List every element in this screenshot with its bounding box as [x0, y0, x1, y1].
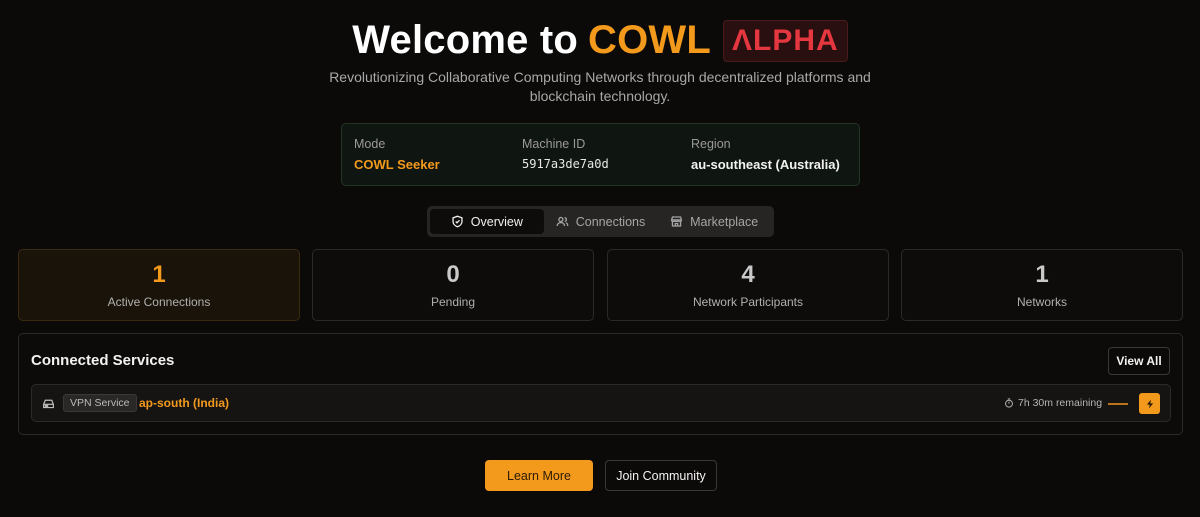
mode-value: COWL Seeker: [354, 157, 440, 172]
stat-active-connections: 1 Active Connections: [18, 249, 300, 321]
time-remaining-text: 7h 30m remaining: [1018, 397, 1103, 409]
service-row[interactable]: VPN Service ap-south (India) 7h 30m rema…: [31, 384, 1171, 422]
shield-icon: [452, 215, 463, 228]
bolt-icon: [1146, 399, 1153, 408]
time-progress-bar: [1108, 403, 1128, 405]
boost-button[interactable]: [1139, 393, 1160, 414]
region-value: au-southeast (Australia): [691, 157, 840, 172]
stat-value: 4: [741, 261, 755, 288]
mode-label: Mode: [354, 137, 386, 151]
stat-label: Pending: [430, 295, 476, 309]
timer-icon: [1005, 398, 1013, 408]
machine-info-card: Mode COWL Seeker Machine ID 5917a3de7a0d…: [341, 123, 860, 186]
tab-connections[interactable]: Connections: [544, 209, 658, 234]
hero-title-prefix: Welcome to: [352, 18, 579, 62]
connected-services-panel: Connected Services View All VPN Service …: [18, 333, 1183, 435]
join-community-button[interactable]: Join Community: [605, 460, 717, 491]
store-icon: [670, 216, 683, 227]
time-remaining: 7h 30m remaining: [1004, 397, 1102, 409]
tab-marketplace[interactable]: Marketplace: [657, 209, 771, 234]
machine-id-label: Machine ID: [522, 137, 586, 151]
region-label: Region: [691, 137, 731, 151]
stat-value: 1: [1035, 261, 1049, 288]
tab-connections-label: Connections: [575, 214, 646, 229]
hero-subtitle: Revolutionizing Collaborative Computing …: [329, 69, 871, 104]
server-icon: [42, 397, 55, 410]
tab-overview[interactable]: Overview: [430, 209, 544, 234]
stat-label: Networks: [1016, 295, 1067, 309]
service-type-badge: VPN Service: [63, 394, 137, 412]
connected-services-title: Connected Services: [31, 352, 175, 369]
stat-label: Network Participants: [692, 295, 804, 309]
stat-label: Active Connections: [107, 295, 211, 309]
stat-value: 0: [446, 261, 460, 288]
stat-networks: 1 Networks: [901, 249, 1183, 321]
machine-id-field: Machine ID 5917a3de7a0d: [522, 137, 609, 171]
service-region[interactable]: ap-south (India): [139, 396, 229, 410]
brand-name: COWL: [588, 18, 712, 62]
mode-field: Mode COWL Seeker: [354, 137, 440, 172]
machine-id-value: 5917a3de7a0d: [522, 157, 609, 171]
tab-overview-label: Overview: [470, 214, 523, 229]
time-progress-fill: [1108, 403, 1128, 405]
alpha-badge: ΛLPHA: [723, 19, 848, 62]
view-all-button[interactable]: View All: [1108, 347, 1170, 375]
stat-pending: 0 Pending: [312, 249, 594, 321]
hero-title: Welcome to COWL ΛLPHA: [0, 18, 1200, 63]
stat-network-participants: 4 Network Participants: [607, 249, 889, 321]
learn-more-button[interactable]: Learn More: [485, 460, 593, 491]
users-icon: [556, 216, 569, 227]
region-field: Region au-southeast (Australia): [691, 137, 840, 172]
stat-value: 1: [152, 261, 166, 288]
tab-marketplace-label: Marketplace: [690, 214, 759, 229]
tab-bar: Overview Connections Marketplace: [427, 206, 774, 237]
